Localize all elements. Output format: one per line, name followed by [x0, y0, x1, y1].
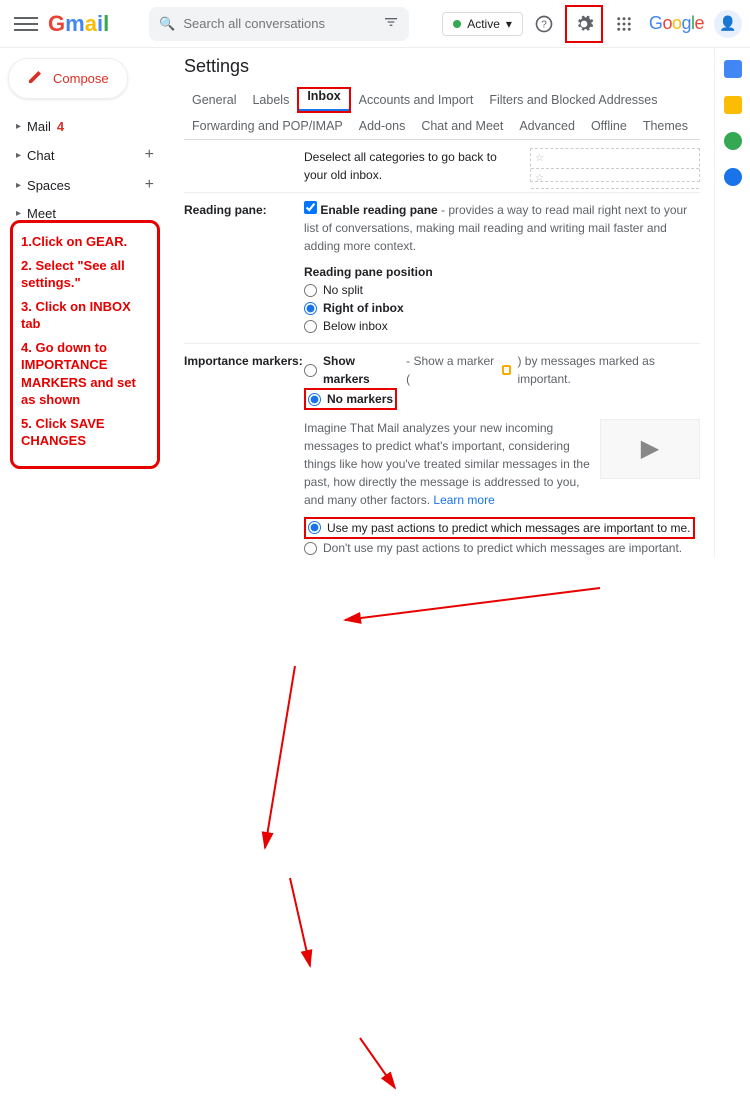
- tab-labels[interactable]: Labels: [244, 87, 297, 113]
- radio-no-split[interactable]: No split: [304, 281, 700, 299]
- learn-more-link[interactable]: Learn more: [433, 493, 494, 507]
- section-importance-markers: Importance markers: Show markers - Show …: [184, 344, 700, 558]
- radio-show-markers[interactable]: Show markers - Show a marker () by messa…: [304, 352, 700, 388]
- chevron-down-icon: ▾: [506, 17, 512, 31]
- status-chip[interactable]: Active ▾: [442, 12, 523, 36]
- caret-icon: ▸: [16, 180, 21, 191]
- caret-icon: ▸: [16, 150, 21, 161]
- side-panel: [714, 48, 750, 558]
- google-logo[interactable]: Google: [649, 13, 704, 34]
- status-label: Active: [467, 17, 500, 31]
- importance-marker-icon: [502, 365, 512, 375]
- annotation-gear-highlight: [565, 5, 603, 43]
- tab-inbox[interactable]: Inbox: [299, 83, 348, 111]
- radio-use-past-actions[interactable]: Use my past actions to predict which mes…: [308, 519, 691, 537]
- filter-icon[interactable]: [383, 14, 399, 33]
- tab-accounts[interactable]: Accounts and Import: [351, 87, 482, 113]
- help-icon[interactable]: ?: [529, 9, 559, 39]
- section-reading-pane: Reading pane: Enable reading pane - prov…: [184, 193, 700, 344]
- sidebar-item-mail[interactable]: ▸ Mail 4: [8, 113, 162, 140]
- plus-icon[interactable]: +: [145, 146, 154, 164]
- radio-right-of-inbox[interactable]: Right of inbox: [304, 299, 700, 317]
- mail-count: 4: [57, 119, 64, 134]
- search-bar[interactable]: 🔍: [149, 7, 409, 41]
- main-content: Settings General Labels Inbox Accounts a…: [170, 48, 714, 558]
- caret-icon: ▸: [16, 208, 21, 219]
- tab-themes[interactable]: Themes: [635, 113, 696, 139]
- radio-dont-use-past[interactable]: Don't use my past actions to predict whi…: [304, 539, 700, 557]
- plus-icon[interactable]: +: [145, 176, 154, 194]
- tab-general[interactable]: General: [184, 87, 244, 113]
- category-dropzone: ☆☆: [530, 148, 700, 182]
- tab-offline[interactable]: Offline: [583, 113, 635, 139]
- categories-hint: Deselect all categories to go back to yo…: [304, 150, 497, 182]
- importance-illustration: ▶: [600, 419, 700, 479]
- keep-icon[interactable]: [724, 96, 742, 114]
- annotation-no-markers-highlight: No markers: [304, 388, 397, 410]
- tab-advanced[interactable]: Advanced: [511, 113, 583, 139]
- tab-filters[interactable]: Filters and Blocked Addresses: [481, 87, 665, 113]
- menu-icon[interactable]: [14, 12, 38, 36]
- radio-no-markers[interactable]: No markers: [308, 390, 393, 408]
- reading-pane-position-label: Reading pane position: [304, 265, 433, 279]
- tasks-icon[interactable]: [724, 132, 742, 150]
- tab-chatmeet[interactable]: Chat and Meet: [413, 113, 511, 139]
- search-input[interactable]: [183, 16, 375, 31]
- apps-icon[interactable]: [609, 9, 639, 39]
- avatar[interactable]: 👤: [714, 10, 742, 38]
- compose-button[interactable]: Compose: [8, 58, 128, 99]
- settings-tabs: General Labels Inbox Accounts and Import…: [184, 87, 700, 140]
- search-icon: 🔍: [159, 16, 175, 32]
- tab-addons[interactable]: Add-ons: [351, 113, 414, 139]
- header: Gmail 🔍 Active ▾ ? Google 👤: [0, 0, 750, 48]
- compose-label: Compose: [53, 71, 109, 86]
- pencil-icon: [27, 69, 43, 88]
- gmail-logo[interactable]: Gmail: [48, 11, 109, 37]
- calendar-icon[interactable]: [724, 60, 742, 78]
- svg-text:?: ?: [541, 19, 547, 30]
- enable-reading-pane-checkbox[interactable]: Enable reading pane - provides a way to …: [304, 203, 687, 253]
- sidebar-item-spaces[interactable]: ▸ Spaces +: [8, 170, 162, 200]
- caret-icon: ▸: [16, 121, 21, 132]
- annotation-instructions: 1.Click on GEAR. 2. Select "See all sett…: [10, 220, 160, 469]
- page-title: Settings: [184, 56, 700, 77]
- annotation-arrows: [0, 558, 750, 1116]
- gear-icon[interactable]: [569, 9, 599, 39]
- tab-forwarding[interactable]: Forwarding and POP/IMAP: [184, 113, 351, 139]
- annotation-use-past-highlight: Use my past actions to predict which mes…: [304, 517, 695, 539]
- status-dot-icon: [453, 20, 461, 28]
- annotation-inbox-highlight: Inbox: [297, 87, 350, 113]
- radio-below-inbox[interactable]: Below inbox: [304, 317, 700, 335]
- sidebar-item-chat[interactable]: ▸ Chat +: [8, 140, 162, 170]
- contacts-icon[interactable]: [724, 168, 742, 186]
